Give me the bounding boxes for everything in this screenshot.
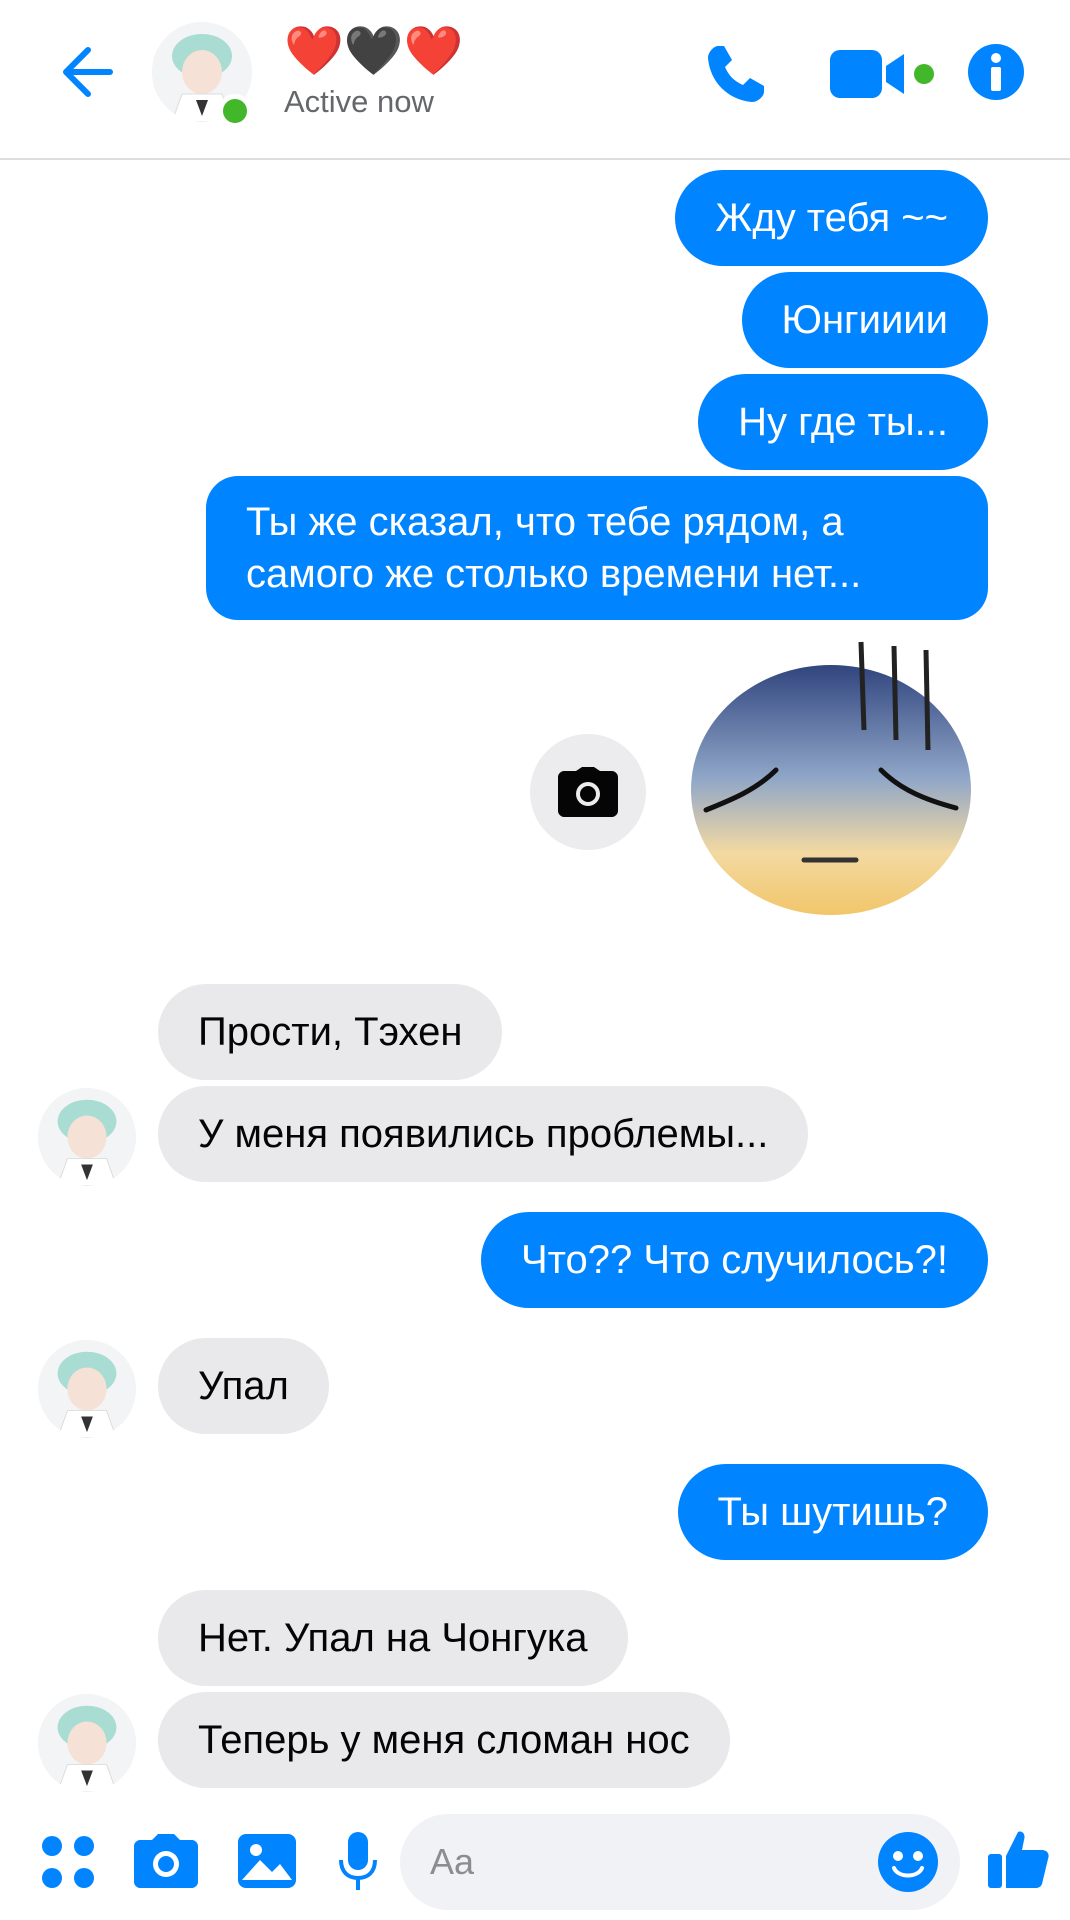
message-bubble-incoming[interactable]: Теперь у меня сломан нос xyxy=(158,1692,730,1788)
message-input[interactable] xyxy=(430,1834,850,1890)
message-bubble-incoming[interactable]: Упал xyxy=(158,1338,329,1434)
message-bubble-outgoing[interactable]: Что?? Что случилось?! xyxy=(480,1212,988,1308)
message-composer xyxy=(0,1800,1070,1920)
camera-icon[interactable] xyxy=(134,1834,198,1888)
camera-icon xyxy=(558,767,618,817)
active-status: Active now xyxy=(284,84,434,119)
video-camera-icon[interactable] xyxy=(828,46,938,102)
sticker-camera-button[interactable] xyxy=(530,734,646,850)
photo-icon[interactable] xyxy=(238,1834,296,1888)
contact-name[interactable]: ❤️🖤❤️ xyxy=(284,22,463,82)
message-bubble-outgoing[interactable]: Жду тебя ~~ xyxy=(675,170,988,266)
message-bubble-incoming[interactable]: Нет. Упал на Чонгука xyxy=(158,1590,628,1686)
emoji-icon[interactable] xyxy=(876,1830,940,1894)
message-bubble-incoming[interactable]: Прости, Тэхен xyxy=(158,984,503,1080)
message-bubble-outgoing[interactable]: Ты же сказал, что тебе рядом, а самого ж… xyxy=(206,476,988,620)
apps-icon[interactable] xyxy=(40,1834,96,1890)
message-bubble-incoming[interactable]: У меня появились проблемы... xyxy=(158,1086,809,1182)
message-bubble-outgoing[interactable]: Юнгииии xyxy=(741,272,988,368)
sad-face-sticker[interactable] xyxy=(676,640,986,930)
contact-avatar[interactable] xyxy=(38,1694,136,1792)
message-bubble-outgoing[interactable]: Ну где ты... xyxy=(698,374,988,470)
message-bubble-outgoing[interactable]: Ты шутишь? xyxy=(677,1464,988,1560)
microphone-icon[interactable] xyxy=(338,1832,378,1892)
back-arrow-icon[interactable] xyxy=(52,40,116,104)
message-input-box[interactable] xyxy=(400,1814,960,1910)
chat-header: ❤️🖤❤️ Active now xyxy=(0,0,1070,160)
thumbs-up-icon[interactable] xyxy=(986,1826,1050,1890)
contact-avatar[interactable] xyxy=(38,1340,136,1438)
contact-avatar[interactable] xyxy=(38,1088,136,1186)
phone-icon[interactable] xyxy=(700,38,772,110)
info-icon[interactable] xyxy=(966,42,1026,102)
online-indicator xyxy=(218,94,252,128)
